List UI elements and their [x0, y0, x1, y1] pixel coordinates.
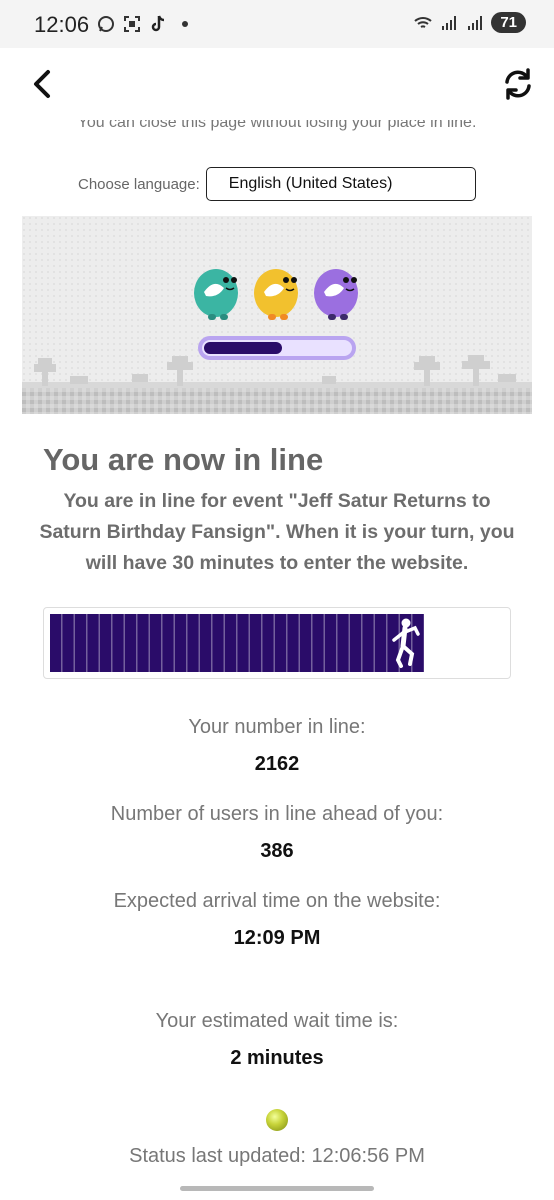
- status-indicator-icon: [266, 1109, 288, 1131]
- signal-icon: [442, 15, 457, 30]
- users-ahead-block: Number of users in line ahead of you: 38…: [0, 803, 554, 863]
- wait-time-value: 2 minutes: [230, 1047, 324, 1069]
- runner-icon: [392, 618, 420, 668]
- wifi-icon: [414, 16, 432, 28]
- event-description: You are in line for event "Jeff Satur Re…: [39, 490, 515, 574]
- language-selector-row: Choose language: English (United States): [78, 167, 476, 201]
- notification-dot-icon: [182, 21, 188, 27]
- number-in-line-value: 2162: [254, 753, 300, 775]
- tiktok-icon: [151, 15, 165, 32]
- banner-progress-bar: [198, 336, 356, 360]
- users-ahead-value: 386: [260, 840, 294, 862]
- app-bar: [0, 48, 554, 120]
- refresh-icon[interactable]: [500, 66, 536, 102]
- language-label: Choose language:: [78, 175, 200, 193]
- arrival-time-label: Expected arrival time on the website:: [113, 890, 441, 912]
- queue-progress-bar: [43, 607, 511, 679]
- clock: 12:06: [34, 12, 90, 37]
- language-select[interactable]: English (United States): [205, 167, 476, 201]
- wait-time-block: Your estimated wait time is: 2 minutes: [0, 1010, 554, 1070]
- queue-banner-illustration: [22, 216, 532, 414]
- queue-progress-fill: [50, 614, 424, 672]
- page-title: You are now in line: [43, 442, 324, 477]
- number-in-line-block: Your number in line: 2162: [0, 716, 554, 776]
- system-icons: 71: [413, 12, 526, 33]
- wait-time-label: Your estimated wait time is:: [155, 1010, 399, 1032]
- language-select-value: English (United States): [228, 175, 393, 192]
- arrival-time-value: 12:09 PM: [233, 927, 321, 949]
- chat-bubble-icon: [98, 16, 114, 32]
- system-status-bar: 12:06 71: [0, 0, 554, 48]
- chevron-left-icon[interactable]: [26, 66, 62, 102]
- notification-icons: [96, 14, 188, 34]
- status-last-updated: Status last updated: 12:06:56 PM: [129, 1145, 425, 1167]
- arrival-time-block: Expected arrival time on the website: 12…: [0, 890, 554, 950]
- signal-icon: [468, 15, 483, 30]
- screenshot-icon: [124, 16, 140, 32]
- home-indicator[interactable]: [180, 1186, 374, 1191]
- banner-art: [22, 216, 532, 414]
- battery-icon: 71: [491, 12, 526, 33]
- users-ahead-label: Number of users in line ahead of you:: [110, 803, 444, 825]
- number-in-line-label: Your number in line:: [188, 716, 366, 738]
